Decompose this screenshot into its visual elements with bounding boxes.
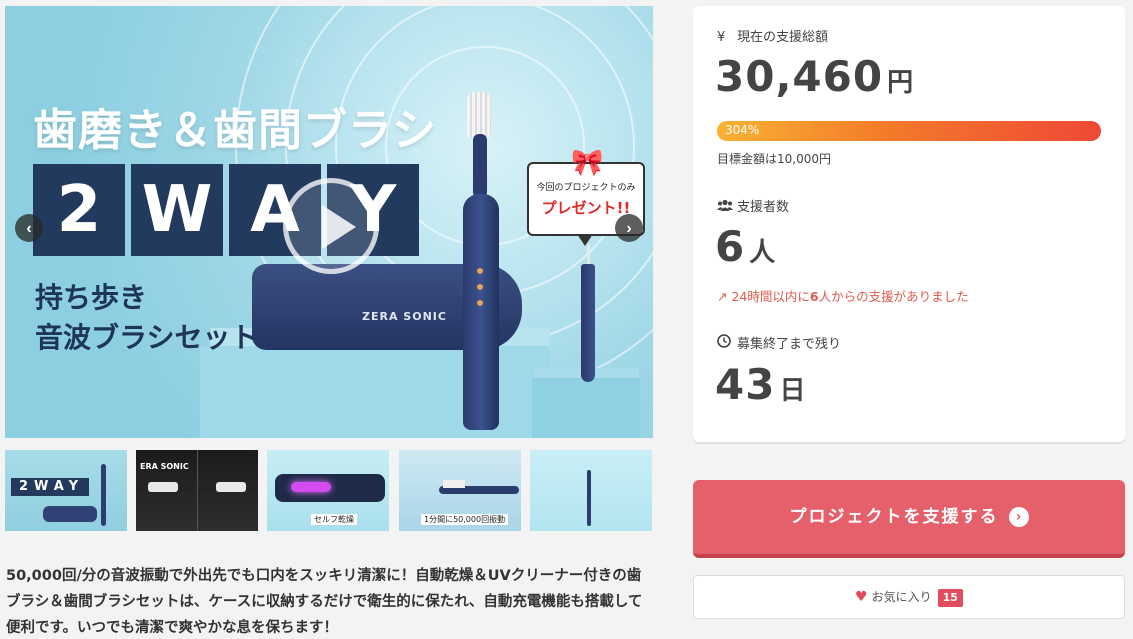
supporters-label: 支援者数 (717, 196, 789, 215)
toothbrush-neck (473, 134, 487, 198)
trend-up-icon: ↗ (717, 289, 728, 304)
hero-subtitle-line-1: 持ち歩き (33, 276, 149, 316)
thumb-caption: 1分間に50,000回振動 (421, 514, 509, 525)
present-callout-small: 今回のプロジェクトのみ (536, 183, 636, 193)
supporters-label-text: 支援者数 (737, 200, 790, 215)
thumb-brush (101, 464, 106, 526)
thumb-brush-head (443, 480, 465, 488)
yen-icon: ¥ (717, 30, 726, 45)
support-project-button[interactable]: プロジェクトを支援する › (693, 480, 1125, 558)
toothbrush-button (477, 300, 483, 306)
funding-progress-text: 304% (725, 123, 760, 137)
thumbnail-5[interactable] (530, 450, 652, 531)
thumbnail-1[interactable]: 2WAY (5, 450, 127, 531)
toothbrush-head (467, 92, 491, 138)
hero-subtitle-text: 持ち歩き (35, 281, 148, 314)
trend-prefix: 24時間以内に (731, 289, 810, 304)
thumb-brush (587, 470, 591, 526)
heart-icon: ♥ (855, 589, 868, 605)
funding-amount-value: 30,460 (715, 52, 884, 101)
thumb-caption: セルフ乾燥 (311, 514, 357, 525)
clock-icon (717, 334, 733, 352)
users-icon (717, 199, 733, 215)
funding-label: ¥ 現在の支援総額 (717, 26, 828, 45)
present-callout-tail (577, 234, 593, 246)
favorite-button[interactable]: ♥ お気に入り 15 (693, 575, 1125, 619)
thumbnail-strip: 2WAY ERA SONIC セルフ乾燥 1分間に50,000回振動 (5, 450, 653, 531)
trend-count: 6 (809, 289, 819, 304)
thumb-brush-head (148, 482, 178, 492)
remaining-label-text: 募集終了まで残り (737, 337, 842, 352)
thumbnail-4[interactable]: 1分間に50,000回振動 (399, 450, 521, 531)
supporters-count: 6人 (715, 222, 776, 271)
support-button-label: プロジェクトを支援する (789, 507, 999, 527)
funding-label-text: 現在の支援総額 (737, 30, 829, 45)
way-letter: W (131, 164, 223, 256)
funding-unit: 円 (887, 68, 915, 98)
main-project-image[interactable]: 歯磨き＆歯間ブラシ 2 W A Y ZERA SONIC 持ち歩き 音波ブラシセ… (5, 6, 653, 438)
video-play-button[interactable] (283, 178, 379, 274)
funding-progress-bar: 304% (717, 121, 1101, 141)
toothbrush-button (477, 284, 483, 290)
supporters-unit: 人 (749, 238, 777, 268)
interdental-brush (581, 264, 595, 382)
thumbnail-2[interactable]: ERA SONIC (136, 450, 258, 531)
remaining-unit: 日 (779, 376, 807, 406)
funding-amount: 30,460 円 (715, 52, 914, 101)
toothbrush-button (477, 268, 483, 274)
thumb-case (43, 506, 97, 522)
thumb-uv-light (291, 482, 331, 492)
display-platform (532, 378, 640, 438)
carousel-prev-button[interactable]: ‹ (15, 214, 43, 242)
thumb-caption: 2WAY (19, 479, 85, 494)
project-description: 50,000回/分の音波振動で外出先でも口内をスッキリ清潔に！自動乾燥＆UVクリ… (6, 568, 643, 636)
hero-subtitle-line-2: 音波ブラシセット (33, 316, 260, 356)
remaining-label: 募集終了まで残り (717, 333, 841, 352)
remaining-days-value: 43 (715, 360, 776, 409)
remaining-days: 43 日 (715, 360, 806, 409)
favorite-count-badge: 15 (937, 588, 963, 607)
thumb-divider (197, 450, 198, 531)
chevron-right-circle-icon: › (1008, 507, 1029, 527)
hero-title: 歯磨き＆歯間ブラシ (33, 105, 438, 156)
ribbon-icon: 🎀 (571, 148, 604, 178)
thumb-caption: ERA SONIC (140, 462, 189, 471)
thumb-brush-head (216, 482, 246, 492)
carousel-next-button[interactable]: › (615, 214, 643, 242)
thumbnail-3[interactable]: セルフ乾燥 (267, 450, 389, 531)
trend-suffix: 人からの支援がありました (818, 289, 969, 304)
funding-status-panel: ¥ 現在の支援総額 30,460 円 304% 目標金額は10,000円 支援者数 … (693, 6, 1125, 442)
toothbrush-handle (463, 194, 499, 430)
favorite-label: お気に入り (871, 590, 932, 604)
play-icon (322, 205, 356, 249)
hero-subtitle-text: 音波ブラシセット (35, 321, 259, 354)
way-letter: 2 (33, 164, 125, 256)
supporters-count-value: 6 (715, 222, 746, 271)
supporters-trend: ↗ 24時間以内に6人からの支援がありました (717, 286, 969, 305)
funding-goal: 目標金額は10,000円 (717, 152, 831, 166)
case-brand-label: ZERA SONIC (362, 310, 447, 323)
